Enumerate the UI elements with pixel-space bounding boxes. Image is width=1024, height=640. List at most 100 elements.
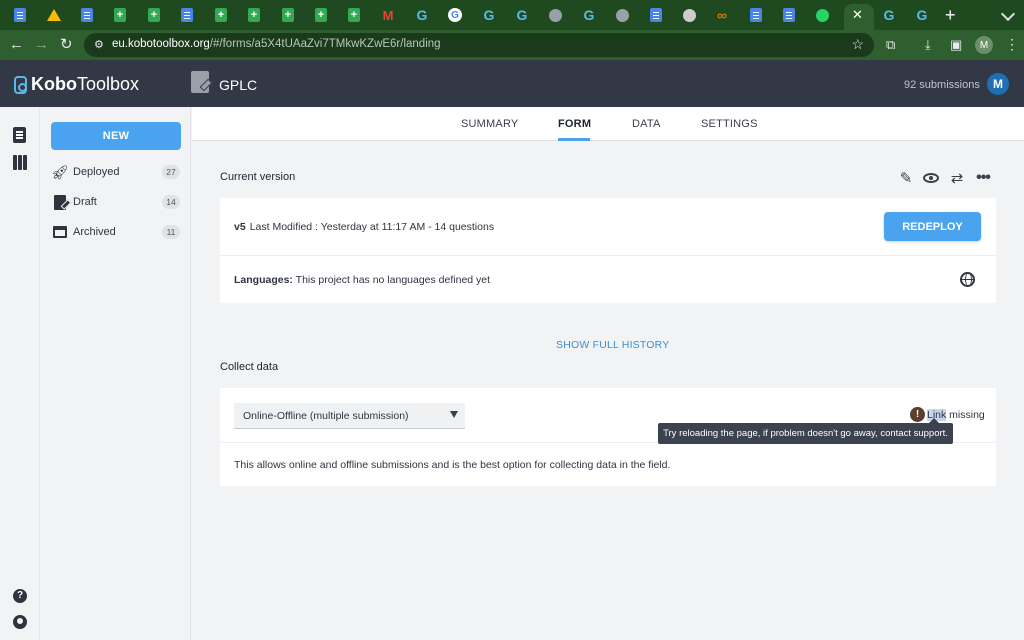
sheets-icon [348,8,360,22]
count-badge: 27 [162,165,180,179]
browser-tab[interactable] [647,6,665,24]
browser-tab[interactable] [45,6,63,24]
sheets-icon [148,8,160,22]
browser-tab[interactable] [212,6,230,24]
browser-tab[interactable]: G [446,6,464,24]
more-options-icon[interactable]: ••• [974,169,992,187]
link-missing-tooltip: Try reloading the page, if problem doesn… [658,418,953,444]
downloads-icon[interactable]: ⤓ [925,37,931,53]
browser-tab[interactable] [780,6,798,24]
browser-tab[interactable] [312,6,330,24]
count-badge: 14 [162,195,180,209]
sidebar-item-deployed[interactable]: 🚀︎ Deployed 27 [51,163,180,181]
browser-tab[interactable] [813,6,831,24]
browser-toolbar: ← → ↻ ⚙ eu.kobotoolbox.org/#/forms/a5X4t… [0,30,1024,60]
docs-icon [81,8,93,22]
form-edit-icon [191,71,209,93]
edit-pencil-icon[interactable]: ✎ [897,169,915,187]
close-tab-icon[interactable]: ✕ [852,7,863,23]
github-icon[interactable] [13,615,29,631]
sheets-icon [215,8,227,22]
google-icon: G [448,8,462,22]
browser-tab-strip: M G G G G G ∞ ✕ G G + [0,0,1024,30]
archive-icon [52,224,68,240]
infinity-icon: ∞ [717,7,727,23]
browser-tab[interactable] [747,6,765,24]
count-badge: 11 [162,225,180,239]
browser-profile-avatar[interactable]: M [975,36,993,54]
tab-form[interactable]: FORM [558,118,591,130]
browser-tab[interactable]: G [480,6,498,24]
active-tab-indicator [558,138,590,141]
collect-method-select[interactable]: Online-Offline (multiple submission) [234,403,465,429]
url-text: eu.kobotoolbox.org/#/forms/a5X4tUAaZvi7T… [112,38,441,50]
redeploy-button[interactable]: REDEPLOY [884,212,981,241]
browser-tab[interactable] [78,6,96,24]
docs-icon [650,8,662,22]
user-avatar[interactable]: M [987,73,1009,95]
browser-tab[interactable] [245,6,263,24]
browser-tab[interactable] [345,6,363,24]
form-title: GPLC [219,77,258,93]
browser-tab[interactable] [11,6,29,24]
tab-summary[interactable]: SUMMARY [461,118,518,130]
preview-eye-icon[interactable] [922,169,940,187]
rocket-icon: 🚀︎ [51,163,69,180]
browser-tab[interactable] [145,6,163,24]
browser-tab[interactable] [546,6,564,24]
browser-tab[interactable]: G [413,6,431,24]
tab-data[interactable]: DATA [632,118,661,130]
show-full-history-link[interactable]: SHOW FULL HISTORY [556,339,669,351]
sidebar-item-draft[interactable]: Draft 14 [52,193,180,211]
version-card: v5 Last Modified : Yesterday at 11:17 AM … [220,198,996,303]
sheets-icon [114,8,126,22]
extensions-icon[interactable]: ⧉ [886,37,895,53]
kobotoolbox-logo[interactable]: Kobo Toolbox [14,74,139,95]
languages-row: Languages: This project has no languages… [220,256,996,303]
version-info: v5 Last Modified : Yesterday at 11:17 AM … [234,221,495,233]
projects-clipboard-icon[interactable] [13,127,29,143]
address-bar[interactable]: ⚙ eu.kobotoolbox.org/#/forms/a5X4tUAaZvi… [84,33,874,57]
submissions-count: 92 submissions [904,79,980,91]
gmail-icon: M [382,7,394,23]
browser-tab[interactable] [111,6,129,24]
warning-icon: ! [910,407,925,422]
main-content: SUMMARY FORM DATA SETTINGS Current versi… [192,107,1024,640]
library-books-icon[interactable] [13,155,29,171]
replace-form-icon[interactable]: ⇄ [948,169,966,187]
kobo-icon: G [416,7,428,23]
globe-icon [548,8,562,22]
browser-tab[interactable] [613,6,631,24]
browser-tab[interactable]: G [513,6,531,24]
languages-info: Languages: This project has no languages… [234,274,491,286]
browser-tab[interactable]: G [580,6,598,24]
site-settings-icon[interactable]: ⚙ [94,39,106,51]
docs-icon [181,8,193,22]
docs-icon [14,8,26,22]
left-rail: ? [0,107,40,640]
globe-icon[interactable] [960,272,975,287]
back-arrow-icon[interactable]: ← [9,36,24,54]
reload-icon[interactable]: ↻ [60,36,73,54]
chatgpt-icon [682,8,696,22]
tab-settings[interactable]: SETTINGS [701,118,758,130]
sidebar-item-archived[interactable]: Archived 11 [52,223,180,241]
docs-icon [783,8,795,22]
browser-tab[interactable]: G [880,6,898,24]
new-project-button[interactable]: NEW [51,122,181,150]
browser-tab[interactable] [279,6,297,24]
new-tab-button[interactable]: + [945,5,956,26]
help-icon[interactable]: ? [13,589,29,605]
browser-tab[interactable]: G [913,6,931,24]
browser-tab[interactable] [178,6,196,24]
kobo-icon: G [916,7,928,23]
browser-menu-icon[interactable]: ⋮ [1005,36,1019,53]
kobo-icon: G [583,7,595,23]
tab-search-chevron-icon[interactable] [1000,6,1016,22]
browser-tab[interactable]: ∞ [713,6,731,24]
bookmark-star-icon[interactable]: ☆ [851,36,864,53]
browser-tab[interactable]: M [379,6,397,24]
side-panel-icon[interactable]: ▣ [950,37,962,53]
browser-tab[interactable] [680,6,698,24]
forward-arrow-icon[interactable]: → [34,36,49,54]
